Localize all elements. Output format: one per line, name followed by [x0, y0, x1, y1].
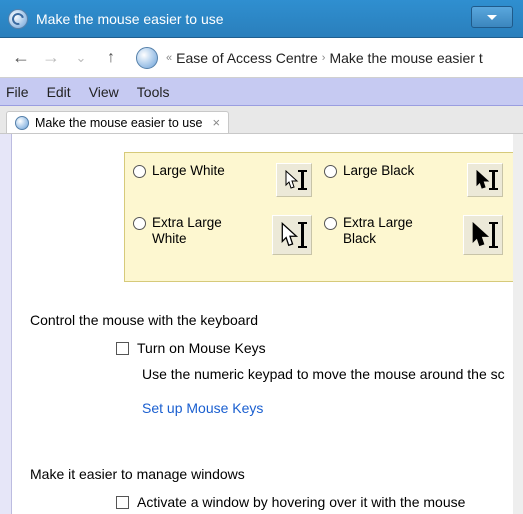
menu-file[interactable]: File — [6, 84, 29, 100]
breadcrumb-part[interactable]: Make the mouse easier t — [329, 50, 482, 66]
radio-label: Large White — [152, 163, 225, 179]
ease-of-access-icon — [8, 9, 28, 29]
tab-strip: Make the mouse easier to use × — [0, 106, 523, 134]
ibeam-cursor-icon — [301, 170, 304, 190]
helper-text: Use the numeric keypad to move the mouse… — [142, 366, 517, 382]
section-title: Make it easier to manage windows — [30, 466, 517, 482]
radio-option-large-white[interactable]: Large White — [133, 163, 324, 197]
chevron-right-icon: › — [322, 52, 326, 64]
section-manage-windows: Make it easier to manage windows Activat… — [30, 466, 517, 510]
radio-icon — [133, 217, 146, 230]
arrow-cursor-icon — [281, 222, 299, 248]
tab-label: Make the mouse easier to use — [35, 116, 202, 130]
arrow-cursor-icon — [285, 170, 299, 190]
breadcrumb-sep-icon: « — [166, 52, 172, 64]
cursor-preview-large-black — [467, 163, 503, 197]
radio-option-extra-large-white[interactable]: Extra Large White — [133, 215, 324, 255]
vertical-scrollbar[interactable] — [513, 134, 523, 514]
radio-icon — [324, 217, 337, 230]
radio-option-large-black[interactable]: Large Black — [324, 163, 515, 197]
pointer-scheme-group: Large White Large Black — [124, 152, 523, 282]
close-icon[interactable]: × — [212, 115, 220, 130]
ease-of-access-icon — [136, 47, 158, 69]
breadcrumb-part[interactable]: Ease of Access Centre — [176, 50, 318, 66]
tab-mouse-settings[interactable]: Make the mouse easier to use × — [6, 111, 229, 133]
radio-icon — [133, 165, 146, 178]
radio-icon — [324, 165, 337, 178]
menubar: File Edit View Tools — [0, 78, 523, 106]
checkbox-label: Turn on Mouse Keys — [137, 340, 266, 356]
cursor-preview-extra-large-black — [463, 215, 503, 255]
content-area: Large White Large Black — [12, 134, 523, 514]
radio-label: Large Black — [343, 163, 414, 179]
menu-view[interactable]: View — [89, 84, 119, 100]
checkbox-activate-on-hover[interactable]: Activate a window by hovering over it wi… — [116, 494, 517, 510]
ibeam-cursor-icon — [301, 222, 304, 248]
radio-label: Extra Large Black — [343, 215, 433, 247]
checkbox-icon — [116, 342, 129, 355]
window-dropdown-button[interactable] — [471, 6, 513, 28]
cursor-preview-large-white — [276, 163, 312, 197]
checkbox-turn-on-mouse-keys[interactable]: Turn on Mouse Keys — [116, 340, 517, 356]
left-gutter — [0, 134, 12, 514]
ibeam-cursor-icon — [492, 222, 495, 248]
back-button[interactable] — [8, 45, 34, 71]
window-title: Make the mouse easier to use — [36, 11, 224, 27]
menu-tools[interactable]: Tools — [137, 84, 170, 100]
arrow-cursor-icon — [476, 170, 490, 190]
checkbox-icon — [116, 496, 129, 509]
history-dropdown[interactable] — [68, 45, 94, 71]
radio-option-extra-large-black[interactable]: Extra Large Black — [324, 215, 515, 255]
ease-of-access-icon — [15, 116, 29, 130]
up-button[interactable] — [98, 45, 124, 71]
address-bar[interactable]: « Ease of Access Centre › Make the mouse… — [128, 47, 515, 69]
menu-edit[interactable]: Edit — [47, 84, 71, 100]
arrow-cursor-icon — [472, 222, 490, 248]
radio-label: Extra Large White — [152, 215, 242, 247]
forward-button[interactable] — [38, 45, 64, 71]
link-setup-mouse-keys[interactable]: Set up Mouse Keys — [142, 400, 517, 416]
navigation-bar: « Ease of Access Centre › Make the mouse… — [0, 38, 523, 78]
ibeam-cursor-icon — [492, 170, 495, 190]
section-title: Control the mouse with the keyboard — [30, 312, 517, 328]
checkbox-label: Activate a window by hovering over it wi… — [137, 494, 465, 510]
section-mouse-keys: Control the mouse with the keyboard Turn… — [30, 312, 517, 416]
window-titlebar: Make the mouse easier to use — [0, 0, 523, 38]
cursor-preview-extra-large-white — [272, 215, 312, 255]
